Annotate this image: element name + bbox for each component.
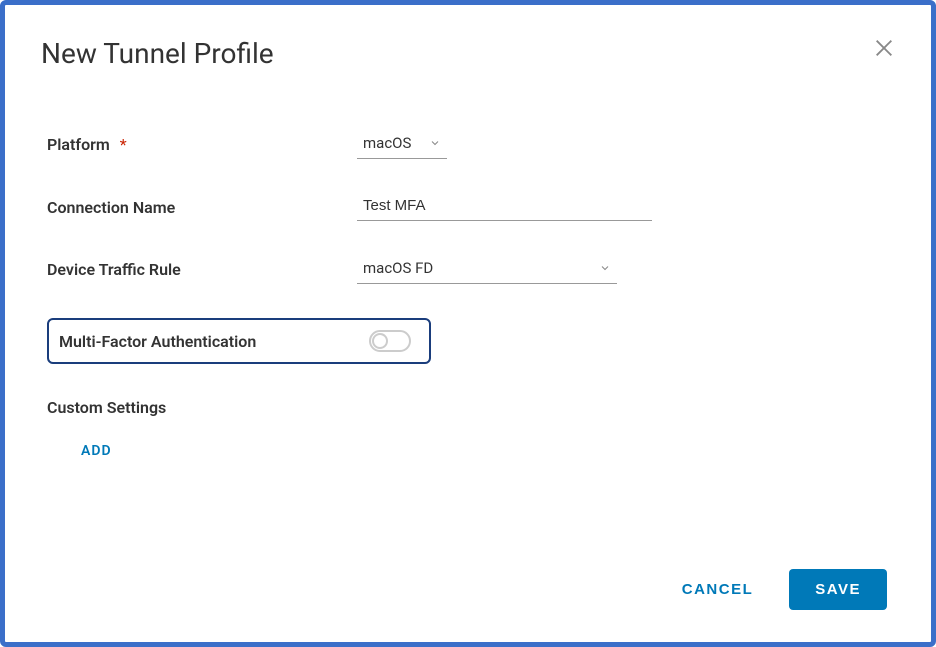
close-icon[interactable] xyxy=(873,37,895,59)
chevron-down-icon xyxy=(429,137,441,149)
platform-label-text: Platform xyxy=(47,135,110,154)
platform-label: Platform * xyxy=(47,135,357,154)
connection-name-label: Connection Name xyxy=(47,198,357,217)
custom-settings-title: Custom Settings xyxy=(47,398,895,417)
cancel-button[interactable]: CANCEL xyxy=(674,571,762,608)
device-traffic-rule-value: macOS FD xyxy=(363,259,591,277)
platform-select[interactable]: macOS xyxy=(357,130,447,159)
device-traffic-rule-label: Device Traffic Rule xyxy=(47,260,357,279)
dialog-footer: CANCEL SAVE xyxy=(41,569,895,618)
save-button[interactable]: SAVE xyxy=(789,569,887,610)
mfa-toggle[interactable] xyxy=(369,330,411,352)
chevron-down-icon xyxy=(599,262,611,274)
device-traffic-rule-row: Device Traffic Rule macOS FD xyxy=(47,255,895,284)
device-traffic-rule-select[interactable]: macOS FD xyxy=(357,255,617,284)
toggle-knob xyxy=(372,333,388,349)
form-body: Platform * macOS Connection Name Device … xyxy=(41,130,895,569)
dialog-frame: New Tunnel Profile Platform * macOS xyxy=(0,0,936,647)
platform-value: macOS xyxy=(363,134,421,152)
platform-row: Platform * macOS xyxy=(47,130,895,159)
dialog-title: New Tunnel Profile xyxy=(41,37,274,70)
add-button[interactable]: ADD xyxy=(81,443,895,459)
mfa-label: Multi-Factor Authentication xyxy=(59,332,369,351)
mfa-row: Multi-Factor Authentication xyxy=(47,318,431,364)
connection-name-row: Connection Name xyxy=(47,193,895,221)
dialog-header: New Tunnel Profile xyxy=(41,37,895,70)
dialog: New Tunnel Profile Platform * macOS xyxy=(5,5,931,642)
required-asterisk: * xyxy=(120,135,127,154)
connection-name-input[interactable] xyxy=(357,193,652,221)
